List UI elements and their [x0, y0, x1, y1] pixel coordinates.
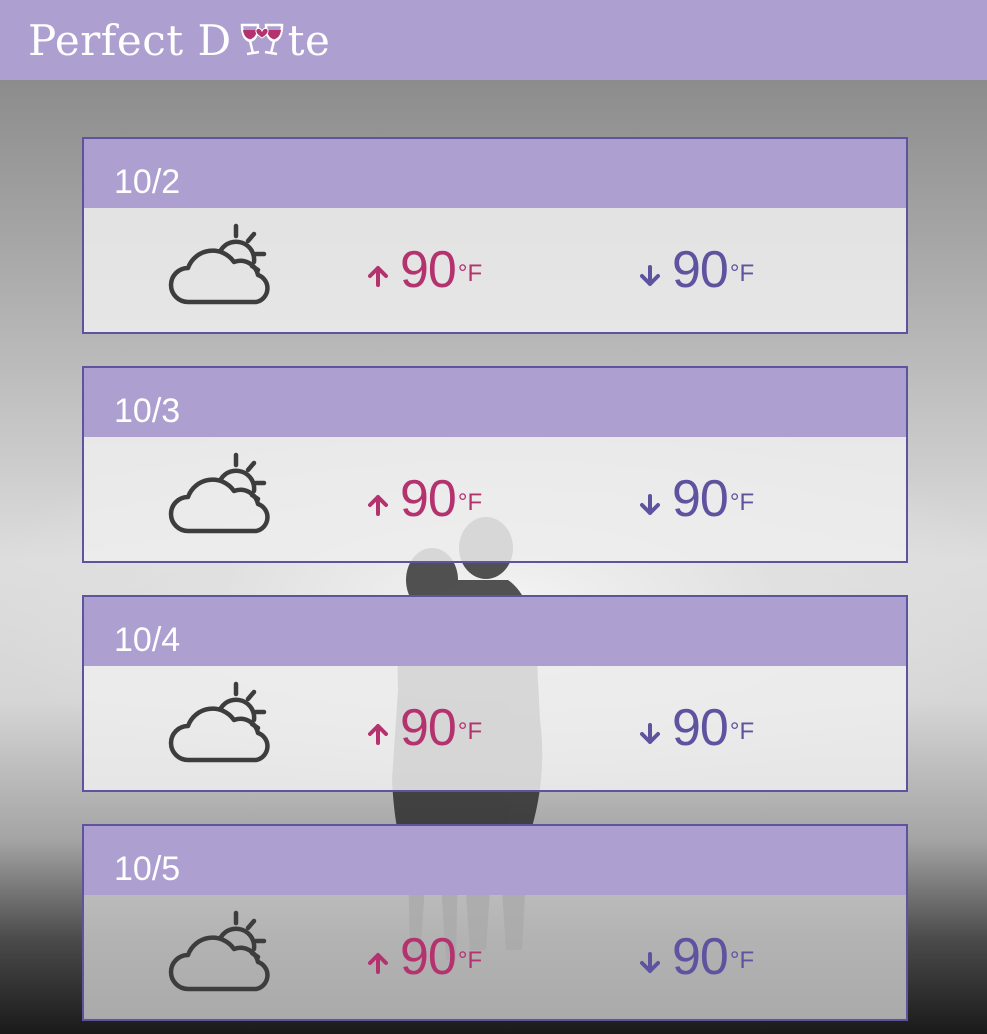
forecast-card[interactable]: 10/3 90 °F 90 °F: [82, 366, 908, 563]
low-temperature: 90 °F: [640, 473, 754, 525]
low-temperature-value: 90: [672, 241, 729, 299]
high-temperature-unit: °F: [457, 489, 483, 516]
arrow-down-icon: [640, 952, 660, 973]
forecast-date-header: 10/2: [84, 139, 906, 208]
high-temperature-value: 90: [400, 241, 457, 299]
partly-cloudy-icon: [168, 452, 270, 534]
high-temperature: 90 °F: [368, 702, 482, 754]
arrow-down-icon: [640, 265, 660, 286]
app-screen: Perfect D te 10/2 90 °F 90 °F 10/3 90 °F…: [0, 0, 987, 1034]
forecast-date: 10/2: [114, 163, 181, 201]
forecast-card[interactable]: 10/2 90 °F 90 °F: [82, 137, 908, 334]
high-temperature-unit: °F: [457, 260, 483, 287]
app-header: Perfect D te: [0, 0, 987, 80]
high-temperature-value: 90: [400, 699, 457, 757]
logo-text-left: Perfect D: [28, 15, 232, 65]
forecast-body: 90 °F 90 °F: [84, 437, 906, 561]
arrow-down-icon: [640, 494, 660, 515]
partly-cloudy-icon: [168, 681, 270, 763]
high-temperature: 90 °F: [368, 931, 482, 983]
forecast-date: 10/4: [114, 621, 181, 659]
high-temperature-value: 90: [400, 470, 457, 528]
forecast-list: 10/2 90 °F 90 °F 10/3 90 °F 90 °F 10/4 9…: [82, 137, 908, 1034]
forecast-card[interactable]: 10/4 90 °F 90 °F: [82, 595, 908, 792]
forecast-date: 10/3: [114, 392, 181, 430]
forecast-date-header: 10/4: [84, 597, 906, 666]
high-temperature: 90 °F: [368, 473, 482, 525]
forecast-card[interactable]: 10/5 90 °F 90 °F: [82, 824, 908, 1021]
partly-cloudy-icon: [168, 223, 270, 305]
arrow-up-icon: [368, 266, 388, 287]
partly-cloudy-icon: [168, 910, 270, 992]
low-temperature-value: 90: [672, 470, 729, 528]
forecast-body: 90 °F 90 °F: [84, 208, 906, 332]
high-temperature: 90 °F: [368, 244, 482, 296]
low-temperature: 90 °F: [640, 244, 754, 296]
app-logo[interactable]: Perfect D te: [28, 16, 330, 65]
low-temperature-unit: °F: [729, 947, 755, 974]
arrow-up-icon: [368, 724, 388, 745]
low-temperature: 90 °F: [640, 702, 754, 754]
logo-text-right: te: [287, 15, 331, 65]
arrow-up-icon: [368, 495, 388, 516]
low-temperature-unit: °F: [729, 489, 755, 516]
low-temperature-value: 90: [672, 928, 729, 986]
low-temperature-unit: °F: [729, 260, 755, 287]
forecast-date: 10/5: [114, 850, 181, 888]
forecast-body: 90 °F 90 °F: [84, 895, 906, 1019]
low-temperature-unit: °F: [729, 718, 755, 745]
high-temperature-unit: °F: [457, 947, 483, 974]
forecast-date-header: 10/5: [84, 826, 906, 895]
forecast-date-header: 10/3: [84, 368, 906, 437]
arrow-down-icon: [640, 723, 660, 744]
high-temperature-unit: °F: [457, 718, 483, 745]
high-temperature-value: 90: [400, 928, 457, 986]
arrow-up-icon: [368, 953, 388, 974]
forecast-body: 90 °F 90 °F: [84, 666, 906, 790]
low-temperature: 90 °F: [640, 931, 754, 983]
low-temperature-value: 90: [672, 699, 729, 757]
wine-glasses-heart-icon: [240, 23, 283, 56]
